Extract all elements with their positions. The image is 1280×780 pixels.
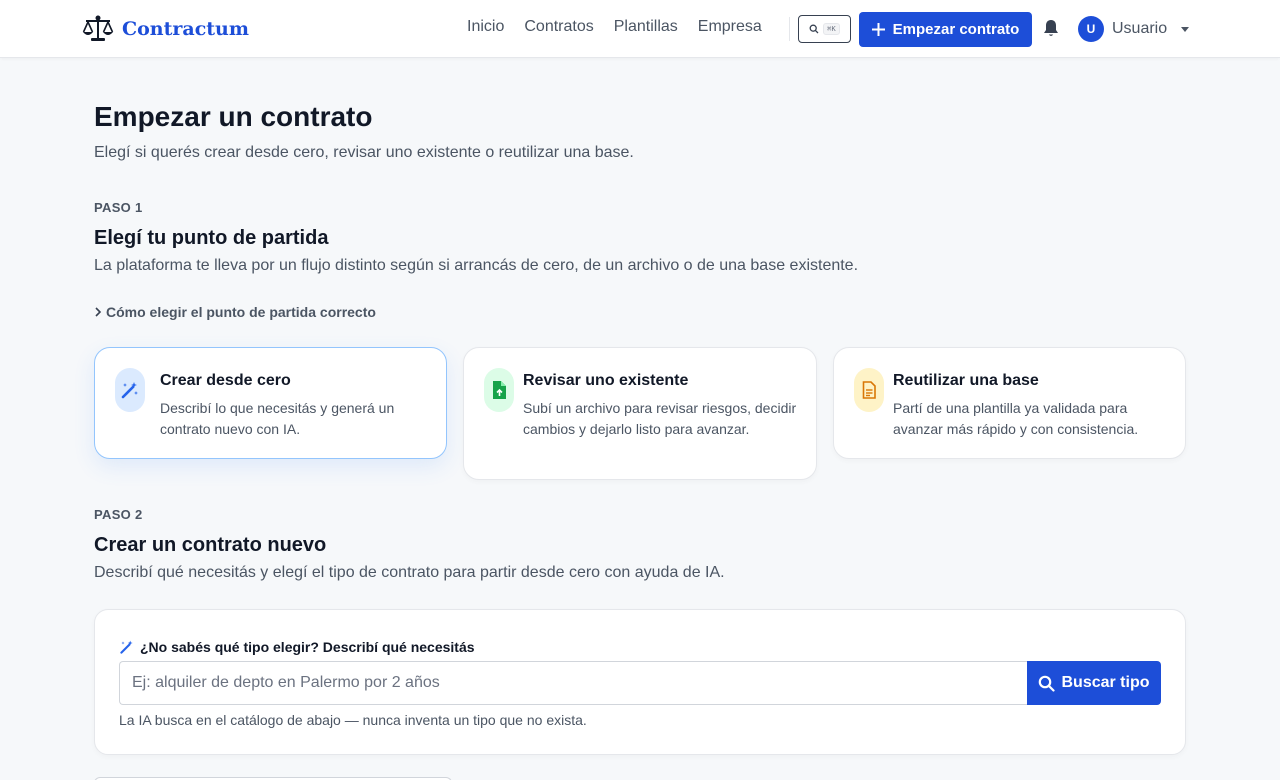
contract-type-search-label-text: ¿No sabés qué tipo elegir? Describí qué …: [140, 639, 475, 655]
step1-title: Elegí tu punto de partida: [94, 227, 329, 249]
nav-divider: [789, 17, 790, 41]
option-description: Subí un archivo para revisar riesgos, de…: [523, 400, 797, 437]
step1-description: La plataforma te lleva por un flujo dist…: [94, 257, 859, 274]
step2-label: PASO 2: [94, 507, 143, 522]
step2-title: Crear un contrato nuevo: [94, 534, 327, 556]
search-hint: La IA busca en el catálogo de abajo — nu…: [119, 712, 587, 728]
nav-link-inicio[interactable]: Inicio: [467, 18, 504, 36]
page-subtitle: Elegí si querés crear desde cero, revisa…: [94, 144, 634, 161]
search-type-label: Buscar tipo: [1061, 674, 1150, 691]
option-description: Partí de una plantilla ya validada para …: [893, 400, 1139, 437]
document-icon: [854, 368, 884, 412]
contract-type-search-panel: ¿No sabés qué tipo elegir? Describí qué …: [94, 609, 1186, 755]
main-nav: Inicio Contratos Plantillas Empresa: [467, 18, 762, 36]
page-title: Empezar un contrato: [94, 101, 373, 132]
option-title: Reutilizar una base: [893, 372, 1039, 389]
brand-logo[interactable]: Contractum: [82, 14, 249, 44]
search-button[interactable]: ⌘K: [798, 15, 851, 43]
option-card-review-existing[interactable]: Revisar uno existente Subí un archivo pa…: [463, 347, 817, 480]
magic-wand-icon: [115, 368, 145, 412]
chevron-down-icon[interactable]: [1181, 27, 1189, 32]
search-icon: [809, 24, 819, 34]
start-contract-button[interactable]: Empezar contrato: [859, 12, 1032, 47]
step1-label: PASO 1: [94, 200, 143, 215]
scales-icon: [82, 15, 114, 41]
user-name[interactable]: Usuario: [1112, 20, 1167, 38]
option-title: Crear desde cero: [160, 372, 291, 389]
brand-name: Contractum: [122, 18, 249, 40]
chevron-right-icon: [95, 307, 102, 317]
contract-type-search-label: ¿No sabés qué tipo elegir? Describí qué …: [119, 639, 475, 655]
search-type-button[interactable]: Buscar tipo: [1027, 661, 1161, 705]
option-description: Describí lo que necesitás y generá un co…: [160, 400, 395, 437]
option-card-create-from-scratch[interactable]: Crear desde cero Describí lo que necesit…: [94, 347, 447, 459]
search-icon: [1039, 675, 1056, 692]
nav-link-plantillas[interactable]: Plantillas: [614, 18, 678, 36]
bell-icon[interactable]: [1042, 19, 1060, 39]
top-navbar: Contractum Inicio Contratos Plantillas E…: [0, 0, 1280, 58]
avatar[interactable]: U: [1078, 16, 1104, 42]
start-point-help-toggle[interactable]: Cómo elegir el punto de partida correcto: [94, 304, 376, 320]
nav-link-contratos[interactable]: Contratos: [524, 18, 593, 36]
option-title: Revisar uno existente: [523, 372, 689, 389]
contract-type-search-input[interactable]: [119, 661, 1028, 705]
step2-description: Describí qué necesitás y elegí el tipo d…: [94, 564, 725, 581]
plus-icon: [871, 23, 885, 36]
nav-link-empresa[interactable]: Empresa: [698, 18, 762, 36]
option-card-reuse-base[interactable]: Reutilizar una base Partí de una plantil…: [833, 347, 1186, 459]
start-contract-label: Empezar contrato: [892, 21, 1020, 38]
magic-wand-icon: [120, 640, 133, 654]
search-shortcut: ⌘K: [823, 23, 840, 35]
file-upload-icon: [484, 368, 514, 412]
start-point-help-label: Cómo elegir el punto de partida correcto: [106, 304, 376, 320]
